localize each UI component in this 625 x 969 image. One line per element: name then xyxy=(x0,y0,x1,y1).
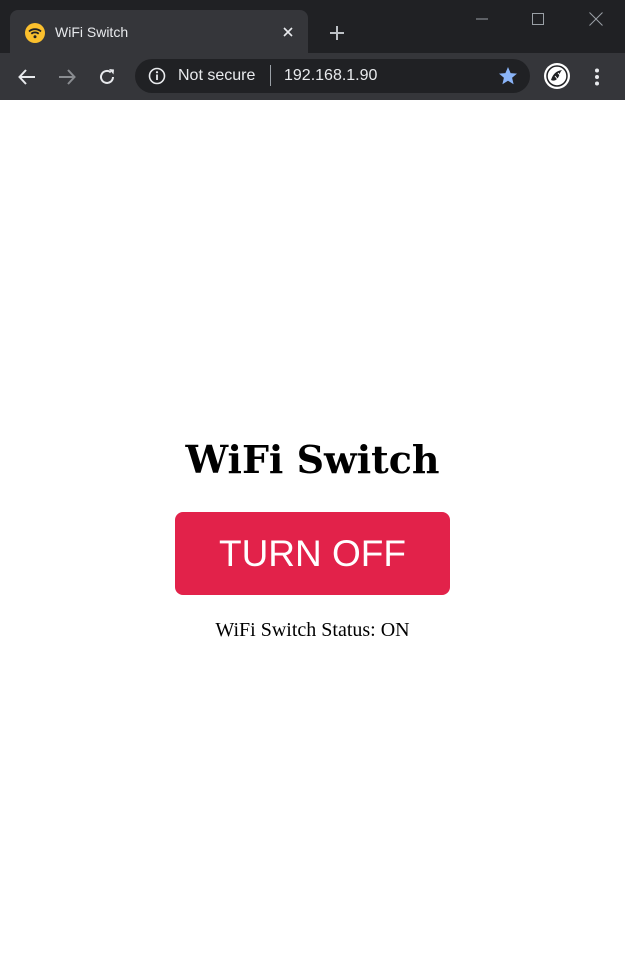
page-title: WiFi Switch xyxy=(185,437,440,482)
tab-title: WiFi Switch xyxy=(55,24,129,40)
browser-chrome: WiFi Switch Not secure 192.168.1.90 xyxy=(0,0,625,100)
security-label[interactable]: Not secure xyxy=(178,67,255,85)
maximize-icon[interactable] xyxy=(526,8,550,30)
tab-wifi-switch[interactable]: WiFi Switch xyxy=(10,10,308,53)
browser-toolbar: Not secure 192.168.1.90 xyxy=(0,53,625,100)
page-content: WiFi Switch TURN OFF WiFi Switch Status:… xyxy=(0,100,625,969)
close-window-icon[interactable] xyxy=(584,8,608,30)
omnibox-divider xyxy=(270,65,271,86)
status-text: WiFi Switch Status: ON xyxy=(215,619,410,641)
profile-avatar-icon[interactable] xyxy=(544,63,570,89)
tab-strip: WiFi Switch xyxy=(0,0,625,53)
turn-off-button[interactable]: TURN OFF xyxy=(175,512,450,595)
forward-arrow-icon[interactable] xyxy=(55,65,79,89)
back-arrow-icon[interactable] xyxy=(15,65,39,89)
close-tab-icon[interactable] xyxy=(278,22,298,42)
info-icon[interactable] xyxy=(148,67,166,85)
address-bar[interactable]: Not secure 192.168.1.90 xyxy=(135,59,530,93)
bookmark-star-icon[interactable] xyxy=(498,66,518,86)
new-tab-icon[interactable] xyxy=(326,22,348,44)
more-menu-icon[interactable] xyxy=(587,65,607,89)
minimize-icon[interactable] xyxy=(470,8,494,30)
reload-icon[interactable] xyxy=(95,65,119,89)
wifi-icon xyxy=(25,23,45,43)
url-text[interactable]: 192.168.1.90 xyxy=(284,67,377,85)
